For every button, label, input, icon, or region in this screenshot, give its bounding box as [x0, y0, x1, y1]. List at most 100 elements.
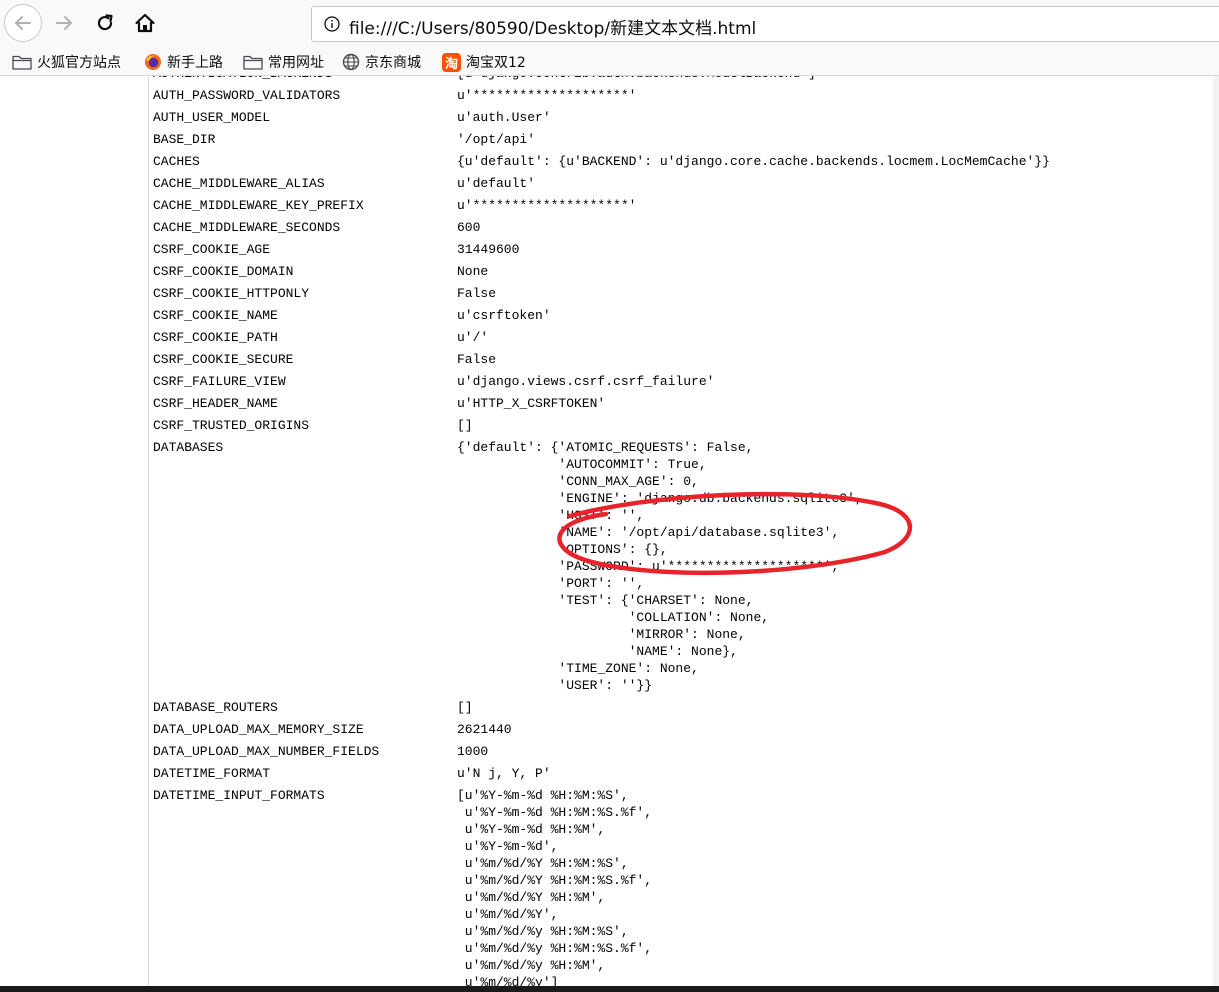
arrow-right-icon — [56, 16, 72, 30]
settings-row: CACHE_MIDDLEWARE_ALIAS u'default' — [153, 175, 1050, 192]
setting-key: DATETIME_INPUT_FORMATS — [153, 788, 325, 803]
setting-key: CSRF_TRUSTED_ORIGINS — [153, 418, 310, 433]
setting-key: CSRF_COOKIE_HTTPONLY — [153, 286, 310, 301]
setting-key: CSRF_HEADER_NAME — [153, 396, 278, 411]
setting-value: 2621440 — [457, 722, 512, 737]
settings-row: CSRF_COOKIE_PATH u'/' — [153, 329, 1050, 346]
setting-key: BASE_DIR — [153, 132, 216, 147]
info-icon[interactable] — [324, 16, 340, 32]
settings-row: CSRF_HEADER_NAME u'HTTP_X_CSRFTOKEN' — [153, 395, 1050, 412]
setting-key: CACHES — [153, 154, 200, 169]
bookmark-label: 新手上路 — [167, 55, 223, 71]
bookmark-getting-started[interactable]: 新手上路 — [144, 51, 223, 73]
settings-row: AUTH_USER_MODEL u'auth.User' — [153, 109, 1050, 126]
back-button[interactable] — [4, 4, 42, 42]
setting-key: CSRF_COOKIE_DOMAIN — [153, 264, 294, 279]
settings-row: CSRF_COOKIE_NAME u'csrftoken' — [153, 307, 1050, 324]
bookmark-label: 常用网址 — [268, 55, 324, 71]
setting-key: CACHE_MIDDLEWARE_ALIAS — [153, 176, 325, 191]
setting-key: DATABASES — [153, 440, 224, 455]
setting-value: u'default' — [457, 176, 536, 191]
setting-value: [u'%Y-%m-%d %H:%M:%S', u'%Y-%m-%d %H:%M:… — [457, 788, 653, 990]
folder-icon — [12, 55, 32, 70]
settings-row: AUTHENTICATION_BACKENDS [u'django.contrib… — [153, 76, 1050, 82]
setting-key: CSRF_COOKIE_NAME — [153, 308, 278, 323]
setting-key: DATA_UPLOAD_MAX_MEMORY_SIZE — [153, 722, 364, 737]
settings-row: CACHE_MIDDLEWARE_SECONDS 600 — [153, 219, 1050, 236]
bookmark-jd-mall[interactable]: 京东商城 — [342, 51, 421, 73]
settings-row: DATETIME_FORMAT u'N j, Y, P' — [153, 765, 1050, 782]
setting-key: CSRF_COOKIE_AGE — [153, 242, 271, 257]
settings-row: CSRF_COOKIE_HTTPONLY False — [153, 285, 1050, 302]
setting-key: CSRF_COOKIE_PATH — [153, 330, 278, 345]
table-divider — [148, 76, 149, 992]
setting-value: [u'django.contrib.auth.backends.ModelBac… — [457, 76, 1050, 82]
bookmark-label: 淘宝双12 — [466, 55, 526, 71]
settings-row: DATETIME_INPUT_FORMATS [u'%Y-%m-%d %H:%M:… — [153, 787, 1050, 991]
setting-value: [] — [457, 700, 473, 715]
setting-value: u'django.views.csrf.csrf_failure' — [457, 374, 715, 389]
setting-value: False — [457, 352, 497, 367]
home-icon — [135, 13, 155, 33]
setting-value: u'HTTP_X_CSRFTOKEN' — [457, 396, 606, 411]
settings-row: CACHES {u'default': {u'BACKEND': u'django… — [153, 153, 1050, 170]
settings-row: CSRF_COOKIE_SECURE False — [153, 351, 1050, 368]
settings-row: DATA_UPLOAD_MAX_MEMORY_SIZE 2621440 — [153, 721, 1050, 738]
setting-value: u'********************' — [457, 198, 637, 213]
setting-value: u'N j, Y, P' — [457, 766, 551, 781]
bookmark-taobao-1212[interactable]: 淘 淘宝双12 — [442, 51, 526, 73]
settings-row: CSRF_COOKIE_DOMAIN None — [153, 263, 1050, 280]
setting-key: CACHE_MIDDLEWARE_KEY_PREFIX — [153, 198, 364, 213]
scrollbar-track[interactable] — [1213, 76, 1219, 986]
setting-key: AUTH_USER_MODEL — [153, 110, 271, 125]
url-bar[interactable]: file:///C:/Users/80590/Desktop/新建文本文档.ht… — [311, 6, 1219, 42]
home-button[interactable] — [126, 4, 164, 42]
bookmark-firefox-official[interactable]: 火狐官方站点 — [12, 51, 121, 73]
arrow-left-icon — [15, 16, 31, 30]
bookmark-label: 京东商城 — [365, 55, 421, 71]
setting-value: u'********************' — [457, 88, 637, 103]
setting-value: 600 — [457, 220, 481, 235]
setting-value: {'default': {'ATOMIC_REQUESTS': False, '… — [457, 440, 863, 693]
setting-key: CACHE_MIDDLEWARE_SECONDS — [153, 220, 341, 235]
setting-value: u'/' — [457, 330, 489, 345]
forward-button[interactable] — [45, 4, 83, 42]
reload-button[interactable] — [86, 4, 124, 42]
bookmarks-bar: 火狐官方站点 新手上路 常用网址 京东商城 淘 淘宝双12 — [0, 48, 1219, 76]
setting-value: u'auth.User' — [457, 110, 551, 125]
settings-row: CSRF_TRUSTED_ORIGINS [] — [153, 417, 1050, 434]
settings-row: BASE_DIR '/opt/api' — [153, 131, 1050, 148]
bookmark-label: 火狐官方站点 — [37, 55, 121, 71]
settings-row: DATABASES {'default': {'ATOMIC_REQUESTS':… — [153, 439, 1050, 694]
settings-row: DATA_UPLOAD_MAX_NUMBER_FIELDS 1000 — [153, 743, 1050, 760]
globe-icon — [342, 53, 360, 71]
setting-key: DATETIME_FORMAT — [153, 766, 271, 781]
settings-row: CSRF_FAILURE_VIEW u'django.views.csrf.csr… — [153, 373, 1050, 390]
taobao-icon: 淘 — [442, 52, 461, 72]
settings-row: DATABASE_ROUTERS [] — [153, 699, 1050, 716]
setting-value: False — [457, 286, 497, 301]
setting-value: [] — [457, 418, 473, 433]
setting-key: CSRF_COOKIE_SECURE — [153, 352, 294, 367]
setting-key: AUTHENTICATION_BACKENDS — [153, 76, 332, 82]
setting-key: DATA_UPLOAD_MAX_NUMBER_FIELDS — [153, 744, 380, 759]
setting-value: u'csrftoken' — [457, 308, 551, 323]
setting-key: CSRF_FAILURE_VIEW — [153, 374, 286, 389]
setting-value: 31449600 — [457, 242, 520, 257]
setting-key: AUTH_PASSWORD_VALIDATORS — [153, 88, 341, 103]
settings-row: AUTH_PASSWORD_VALIDATORS u'**************… — [153, 87, 1050, 104]
setting-value: '/opt/api' — [457, 132, 536, 147]
setting-value: 1000 — [457, 744, 489, 759]
setting-value: {u'default': {u'BACKEND': u'django.core.… — [457, 154, 1050, 169]
page-content: AUTHENTICATION_BACKENDS [u'django.contrib… — [0, 76, 1219, 992]
setting-value: None — [457, 264, 489, 279]
settings-row: CSRF_COOKIE_AGE 31449600 — [153, 241, 1050, 258]
settings-row: CACHE_MIDDLEWARE_KEY_PREFIX u'***********… — [153, 197, 1050, 214]
firefox-icon — [145, 54, 161, 70]
bookmark-common-sites[interactable]: 常用网址 — [243, 51, 324, 73]
setting-key: DATABASE_ROUTERS — [153, 700, 278, 715]
browser-toolbar: file:///C:/Users/80590/Desktop/新建文本文档.ht… — [0, 0, 1219, 48]
settings-table: AUTHENTICATION_BACKENDS [u'django.contrib… — [153, 76, 1050, 992]
url-text[interactable]: file:///C:/Users/80590/Desktop/新建文本文档.ht… — [349, 14, 756, 39]
reload-icon — [97, 14, 113, 31]
